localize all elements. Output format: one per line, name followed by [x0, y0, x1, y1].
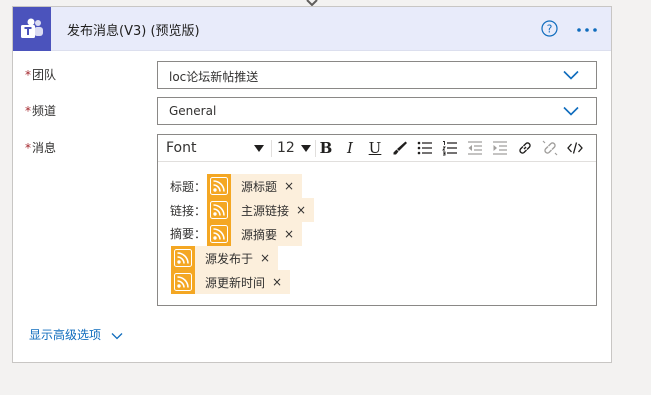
required-mark: *	[25, 104, 31, 118]
message-label-text: 消息	[32, 141, 57, 155]
token-remove-button[interactable]: ×	[296, 203, 306, 217]
font-family-select[interactable]: Font	[166, 140, 264, 158]
unlink-icon	[542, 140, 558, 156]
dynamic-token[interactable]: 主源链接 ×	[207, 198, 315, 222]
numbered-list-icon	[442, 141, 457, 156]
italic-button[interactable]: I	[340, 138, 360, 158]
numbered-list-button[interactable]	[440, 138, 460, 158]
token-label: 主源链接	[241, 203, 290, 218]
brush-icon	[393, 141, 407, 155]
dynamic-token[interactable]: 源更新时间 ×	[171, 270, 291, 294]
team-label-text: 团队	[32, 68, 57, 82]
required-mark: *	[25, 68, 31, 82]
editor-toolbar: Font 12 B I U	[158, 135, 596, 162]
bulleted-list-icon	[417, 141, 432, 155]
required-mark: *	[25, 141, 31, 155]
token-label: 源摘要	[241, 227, 278, 242]
team-label: *团队	[25, 66, 56, 83]
chevron-down-icon	[563, 70, 579, 80]
bold-button[interactable]: B	[316, 138, 336, 158]
increase-indent-button[interactable]	[490, 138, 510, 158]
highlight-button[interactable]	[390, 138, 410, 158]
more-options-icon[interactable]	[576, 27, 598, 33]
increase-indent-icon	[493, 141, 507, 155]
row-label-link: 链接：	[170, 204, 207, 218]
microsoft-teams-icon	[13, 7, 51, 51]
italic-label: I	[347, 139, 353, 157]
team-value: loc论坛新帖推送	[169, 70, 259, 84]
team-dropdown[interactable]: loc论坛新帖推送	[157, 61, 597, 89]
show-advanced-options-link[interactable]: 显示高级选项	[29, 326, 123, 343]
row-label-summary: 摘要：	[170, 227, 207, 241]
caret-down-icon	[254, 145, 264, 152]
token-label: 源发布于	[205, 251, 254, 266]
token-label: 源标题	[241, 179, 278, 194]
message-label: *消息	[25, 139, 56, 156]
dynamic-token[interactable]: 源标题 ×	[207, 174, 303, 198]
link-icon	[519, 142, 531, 154]
dynamic-token[interactable]: 源发布于 ×	[171, 246, 279, 270]
channel-dropdown[interactable]: General	[157, 97, 597, 125]
decrease-indent-button[interactable]	[465, 138, 485, 158]
message-editor[interactable]: Font 12 B I U 标题： 链接： 摘要： 源标题 × 主源链接 × 源…	[157, 134, 597, 306]
svg-text:?: ?	[547, 23, 553, 35]
channel-label: *频道	[25, 102, 56, 119]
token-label: 源更新时间	[205, 275, 266, 290]
rss-icon	[207, 222, 231, 246]
rss-icon	[171, 270, 195, 294]
code-view-button[interactable]	[565, 138, 585, 158]
bold-label: B	[319, 139, 333, 157]
canvas: 发布消息(V3) (预览版) ? *团队 loc论坛新帖推送 *频道 Gener…	[0, 0, 651, 395]
show-advanced-options-label: 显示高级选项	[29, 328, 102, 342]
insert-link-button[interactable]	[515, 138, 535, 158]
toolbar-divider	[271, 140, 272, 157]
token-remove-button[interactable]: ×	[272, 275, 282, 289]
dynamic-token[interactable]: 源摘要 ×	[207, 222, 303, 246]
underline-label: U	[368, 139, 382, 157]
decrease-indent-icon	[468, 141, 482, 155]
font-family-value: Font	[166, 140, 197, 156]
row-label-title: 标题：	[170, 180, 207, 194]
token-remove-button[interactable]: ×	[284, 227, 294, 241]
chevron-down-icon	[563, 106, 579, 116]
underline-button[interactable]: U	[365, 138, 385, 158]
font-size-select[interactable]: 12	[277, 140, 311, 158]
rss-icon	[171, 246, 195, 270]
action-header[interactable]: 发布消息(V3) (预览版) ?	[13, 7, 611, 51]
action-title: 发布消息(V3) (预览版)	[67, 24, 200, 39]
code-icon	[567, 142, 583, 154]
rss-icon	[207, 174, 231, 198]
help-icon[interactable]: ?	[541, 20, 558, 37]
caret-down-icon	[301, 145, 311, 152]
token-remove-button[interactable]: ×	[284, 179, 294, 193]
font-size-value: 12	[277, 140, 295, 156]
channel-label-text: 频道	[32, 104, 57, 118]
remove-link-button[interactable]	[540, 138, 560, 158]
token-remove-button[interactable]: ×	[260, 251, 270, 265]
chevron-down-icon	[111, 332, 123, 339]
bulleted-list-button[interactable]	[415, 138, 435, 158]
action-card: 发布消息(V3) (预览版) ? *团队 loc论坛新帖推送 *频道 Gener…	[12, 6, 612, 363]
channel-value: General	[169, 104, 217, 118]
rss-icon	[207, 198, 231, 222]
